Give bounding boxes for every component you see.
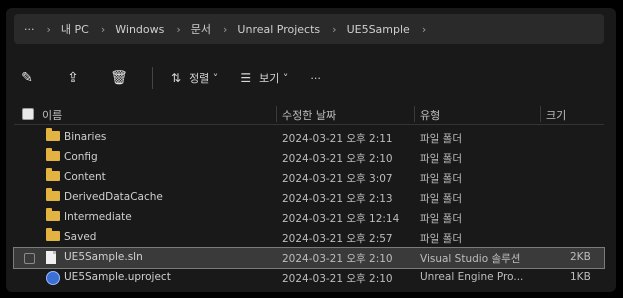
- file-size: 1KB: [570, 271, 591, 283]
- file-list: Binaries 2024-03-21 오후 2:11 파일 폴더 Config…: [13, 128, 605, 288]
- file-type: Visual Studio 솔루션: [420, 253, 521, 265]
- file-row[interactable]: Intermediate 2024-03-21 오후 12:14 파일 폴더: [14, 208, 604, 228]
- breadcrumb-item[interactable]: Unreal Projects: [237, 23, 320, 36]
- breadcrumb-item[interactable]: 내 PC: [61, 21, 89, 37]
- rename-icon[interactable]: ✎: [14, 65, 40, 91]
- file-size: 2KB: [570, 251, 591, 263]
- file-icon: [46, 251, 56, 264]
- file-date: 2024-03-21 오후 2:10: [282, 253, 393, 265]
- breadcrumb-item[interactable]: 문서: [191, 21, 211, 37]
- file-name: Saved: [64, 231, 97, 243]
- folder-icon: [46, 168, 60, 181]
- file-row-selected[interactable]: UE5Sample.sln 2024-03-21 오후 2:10 Visual …: [13, 247, 605, 269]
- column-header-date[interactable]: 수정한 날짜: [282, 107, 336, 123]
- file-date: 2024-03-21 오후 2:10: [282, 153, 393, 165]
- file-type: 파일 폴더: [420, 193, 462, 205]
- file-name: DerivedDataCache: [64, 191, 163, 203]
- row-checkbox[interactable]: [24, 253, 35, 264]
- file-type: 파일 폴더: [420, 233, 462, 245]
- file-date: 2024-03-21 오후 2:10: [282, 273, 393, 285]
- address-bar[interactable]: ··· › 내 PC › Windows › 문서 › Unreal Proje…: [14, 14, 604, 44]
- more-options-button[interactable]: ···: [310, 72, 321, 85]
- file-explorer-window: ··· › 내 PC › Windows › 문서 › Unreal Proje…: [6, 8, 616, 292]
- folder-icon: [46, 148, 60, 161]
- breadcrumb-separator: ›: [100, 22, 106, 36]
- share-icon[interactable]: ⇪: [60, 65, 86, 91]
- breadcrumb-item[interactable]: Windows: [115, 23, 164, 36]
- file-row[interactable]: UE5Sample.uproject 2024-03-21 오후 2:10 Un…: [14, 268, 604, 288]
- file-name: Config: [64, 151, 98, 163]
- column-header-name[interactable]: 이름: [42, 107, 62, 123]
- file-row[interactable]: Saved 2024-03-21 오후 2:57 파일 폴더: [14, 228, 604, 248]
- file-row[interactable]: Content 2024-03-21 오후 3:07 파일 폴더: [14, 168, 604, 188]
- file-name: Binaries: [64, 131, 107, 143]
- column-header-type[interactable]: 유형: [420, 107, 440, 123]
- sort-icon: ⇅: [171, 71, 182, 85]
- file-name: UE5Sample.uproject: [64, 271, 171, 283]
- file-date: 2024-03-21 오후 3:07: [282, 173, 393, 185]
- file-date: 2024-03-21 오후 2:13: [282, 193, 393, 205]
- file-name: Content: [64, 171, 106, 183]
- toolbar-divider: [152, 67, 153, 89]
- file-name: Intermediate: [64, 211, 132, 223]
- file-type: 파일 폴더: [420, 133, 462, 145]
- sort-label: 정렬: [189, 72, 210, 85]
- breadcrumb-separator: ›: [176, 22, 181, 36]
- file-date: 2024-03-21 오후 2:57: [282, 233, 393, 245]
- file-row[interactable]: Binaries 2024-03-21 오후 2:11 파일 폴더: [14, 128, 604, 148]
- file-type: 파일 폴더: [420, 153, 462, 165]
- folder-icon: [46, 128, 60, 141]
- command-bar: ✎ ⇪ 🗑 ⇅ 정렬 ˅ ☰ 보기 ˅ ···: [14, 60, 604, 96]
- column-divider[interactable]: [276, 106, 277, 122]
- file-type: 파일 폴더: [420, 213, 462, 225]
- file-name: UE5Sample.sln: [64, 251, 143, 263]
- folder-icon: [46, 188, 60, 201]
- folder-icon: [46, 228, 60, 241]
- chevron-down-icon: ˅: [209, 71, 219, 85]
- file-date: 2024-03-21 오후 2:11: [282, 133, 393, 145]
- sort-button[interactable]: ⇅ 정렬 ˅: [171, 70, 218, 86]
- view-label: 보기: [259, 72, 280, 85]
- file-row[interactable]: DerivedDataCache 2024-03-21 오후 2:13 파일 폴…: [14, 188, 604, 208]
- breadcrumb-item[interactable]: UE5Sample: [347, 23, 410, 36]
- file-row[interactable]: Config 2024-03-21 오후 2:10 파일 폴더: [14, 148, 604, 168]
- breadcrumb-separator: ›: [421, 22, 427, 36]
- breadcrumb-separator: ›: [46, 22, 51, 36]
- view-icon: ☰: [240, 71, 252, 85]
- file-date: 2024-03-21 오후 12:14: [282, 213, 400, 225]
- file-type: 파일 폴더: [420, 173, 462, 185]
- select-all-checkbox[interactable]: [22, 108, 34, 120]
- breadcrumb-separator: ›: [223, 22, 228, 36]
- column-header-size[interactable]: 크기: [546, 107, 566, 123]
- column-divider[interactable]: [414, 106, 415, 122]
- breadcrumb-separator: ›: [332, 22, 337, 36]
- column-header-row: 이름 수정한 날짜 유형 크기: [14, 104, 604, 125]
- chevron-down-icon: ˅: [279, 71, 289, 85]
- more-label: ···: [310, 71, 321, 85]
- file-type: Unreal Engine Pro...: [420, 271, 524, 283]
- view-button[interactable]: ☰ 보기 ˅: [240, 70, 288, 86]
- delete-icon[interactable]: 🗑: [106, 65, 132, 91]
- unreal-engine-icon: [46, 271, 60, 285]
- more-locations-icon[interactable]: ···: [24, 23, 35, 36]
- column-divider[interactable]: [540, 106, 541, 122]
- folder-icon: [46, 208, 60, 221]
